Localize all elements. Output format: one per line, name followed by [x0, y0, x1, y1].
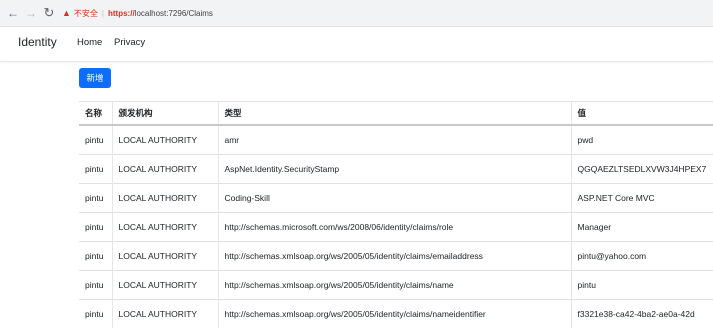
table-row: pintu LOCAL AUTHORITY http://schemas.xml…: [79, 300, 713, 328]
table-row: pintu LOCAL AUTHORITY Coding-Skill ASP.N…: [79, 184, 713, 213]
cell-issuer: LOCAL AUTHORITY: [112, 300, 218, 328]
cell-value: pintu@yahoo.com: [571, 242, 713, 271]
table-row: pintu LOCAL AUTHORITY http://schemas.xml…: [79, 242, 713, 271]
cell-name: pintu: [79, 242, 112, 271]
column-header-name: 名称: [79, 102, 112, 126]
cell-issuer: LOCAL AUTHORITY: [112, 184, 218, 213]
reload-icon[interactable]: ↻: [42, 6, 56, 20]
table-row: pintu LOCAL AUTHORITY http://schemas.mic…: [79, 213, 713, 242]
cell-type: http://schemas.xmlsoap.org/ws/2005/05/id…: [218, 300, 571, 328]
table-row: pintu LOCAL AUTHORITY amr pwd: [79, 125, 713, 155]
browser-toolbar: ← → ↻ ▲不安全 | https://localhost:7296/Claims: [0, 0, 713, 27]
cell-type: http://schemas.xmlsoap.org/ws/2005/05/id…: [218, 242, 571, 271]
table-header-row: 名称 颁发机构 类型 值: [79, 102, 713, 126]
cell-issuer: LOCAL AUTHORITY: [112, 213, 218, 242]
cell-name: pintu: [79, 300, 112, 328]
cell-issuer: LOCAL AUTHORITY: [112, 242, 218, 271]
cell-name: pintu: [79, 125, 112, 155]
cell-issuer: LOCAL AUTHORITY: [112, 155, 218, 184]
cell-name: pintu: [79, 271, 112, 300]
url-scheme: https://: [108, 9, 135, 18]
cell-type: AspNet.Identity.SecurityStamp: [218, 155, 571, 184]
column-header-type: 类型: [218, 102, 571, 126]
site-navbar: Identity Home Privacy: [0, 27, 713, 62]
cell-type: amr: [218, 125, 571, 155]
cell-value: pwd: [571, 125, 713, 155]
add-claim-button[interactable]: 新增: [79, 68, 111, 88]
cell-name: pintu: [79, 213, 112, 242]
url-separator: |: [102, 9, 104, 18]
claims-table: 名称 颁发机构 类型 值 pintu LOCAL AUTHORITY amr p…: [79, 101, 713, 328]
forward-icon[interactable]: →: [24, 6, 38, 20]
cell-value: Manager: [571, 213, 713, 242]
cell-name: pintu: [79, 155, 112, 184]
brand-link[interactable]: Identity: [18, 35, 57, 49]
table-row: pintu LOCAL AUTHORITY AspNet.Identity.Se…: [79, 155, 713, 184]
cell-name: pintu: [79, 184, 112, 213]
cell-type: http://schemas.microsoft.com/ws/2008/06/…: [218, 213, 571, 242]
cell-type: http://schemas.xmlsoap.org/ws/2005/05/id…: [218, 271, 571, 300]
cell-issuer: LOCAL AUTHORITY: [112, 271, 218, 300]
security-warning: 不安全: [74, 9, 98, 18]
cell-type: Coding-Skill: [218, 184, 571, 213]
cell-value: f3321e38-ca42-4ba2-ae0a-42d: [571, 300, 713, 328]
nav-link-home[interactable]: Home: [77, 37, 102, 48]
cell-issuer: LOCAL AUTHORITY: [112, 125, 218, 155]
cell-value: ASP.NET Core MVC: [571, 184, 713, 213]
nav-link-privacy[interactable]: Privacy: [114, 37, 145, 48]
cell-value: pintu: [571, 271, 713, 300]
warning-icon: ▲: [62, 4, 71, 23]
table-row: pintu LOCAL AUTHORITY http://schemas.xml…: [79, 271, 713, 300]
column-header-issuer: 颁发机构: [112, 102, 218, 126]
url-path: localhost:7296/Claims: [135, 9, 213, 18]
cell-value: QGQAEZLTSEDLXVW3J4HPEX7: [571, 155, 713, 184]
address-bar[interactable]: ▲不安全 | https://localhost:7296/Claims: [62, 4, 705, 23]
column-header-value: 值: [571, 102, 713, 126]
back-icon[interactable]: ←: [6, 6, 20, 20]
